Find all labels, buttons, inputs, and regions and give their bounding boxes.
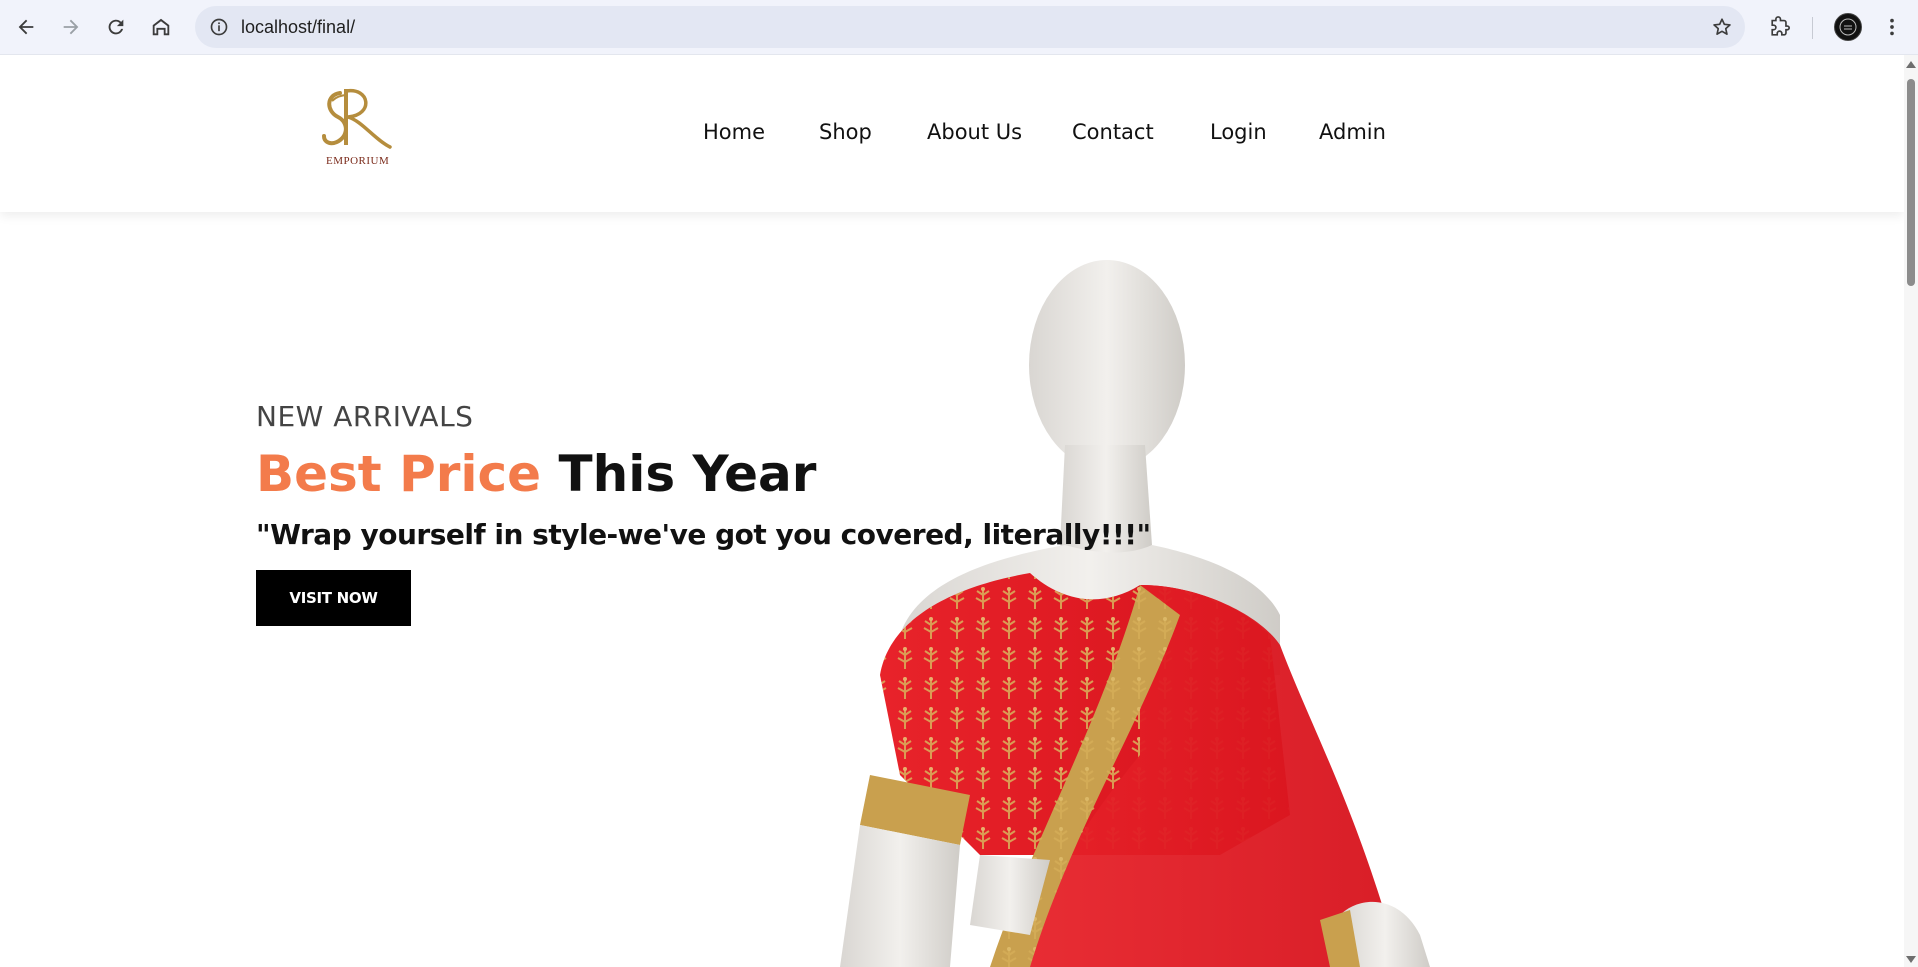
scrollbar-thumb[interactable] [1907, 79, 1915, 286]
toolbar-divider [1812, 17, 1813, 39]
forward-button[interactable] [55, 11, 87, 43]
headline-rest: This Year [558, 445, 817, 503]
nav-contact[interactable]: Contact [1072, 120, 1154, 144]
home-button[interactable] [145, 11, 177, 43]
scroll-up-arrow-icon[interactable] [1906, 61, 1916, 68]
nav-shop[interactable]: Shop [819, 120, 872, 144]
browser-menu-button[interactable] [1876, 11, 1908, 43]
hero-headline: Best Price This Year [256, 445, 816, 503]
page-viewport: EMPORIUM Home Shop About Us Contact Logi… [0, 55, 1904, 967]
back-button[interactable] [10, 11, 42, 43]
profile-avatar[interactable] [1834, 13, 1862, 41]
nav-admin[interactable]: Admin [1319, 120, 1386, 144]
main-nav: Home Shop About Us Contact Login Admin [0, 120, 1904, 160]
page-scrollbar[interactable] [1904, 55, 1918, 967]
hero-tagline: "Wrap yourself in style-we've got you co… [256, 518, 1151, 551]
extensions-button[interactable] [1764, 11, 1796, 43]
nav-login[interactable]: Login [1210, 120, 1267, 144]
info-icon[interactable] [207, 15, 231, 39]
visit-now-button[interactable]: VISIT NOW [256, 570, 411, 626]
star-icon[interactable] [1709, 14, 1735, 40]
arrow-right-icon [63, 19, 79, 35]
reload-icon [108, 19, 124, 35]
site-header: EMPORIUM Home Shop About Us Contact Logi… [0, 55, 1904, 212]
url-text[interactable]: localhost/final/ [241, 17, 355, 38]
address-bar[interactable]: localhost/final/ [195, 6, 1745, 48]
hero-eyebrow: NEW ARRIVALS [256, 400, 474, 433]
kebab-menu-icon [1890, 18, 1894, 36]
home-icon [152, 18, 170, 36]
puzzle-icon [1771, 16, 1790, 36]
headline-accent: Best Price [256, 445, 542, 503]
scroll-down-arrow-icon[interactable] [1906, 956, 1916, 963]
nav-about-us[interactable]: About Us [927, 120, 1022, 144]
hero-image-mannequin-saree [840, 260, 1430, 967]
nav-home[interactable]: Home [703, 120, 765, 144]
arrow-left-icon [18, 19, 34, 35]
reload-button[interactable] [100, 11, 132, 43]
browser-toolbar: localhost/final/ [0, 0, 1918, 55]
